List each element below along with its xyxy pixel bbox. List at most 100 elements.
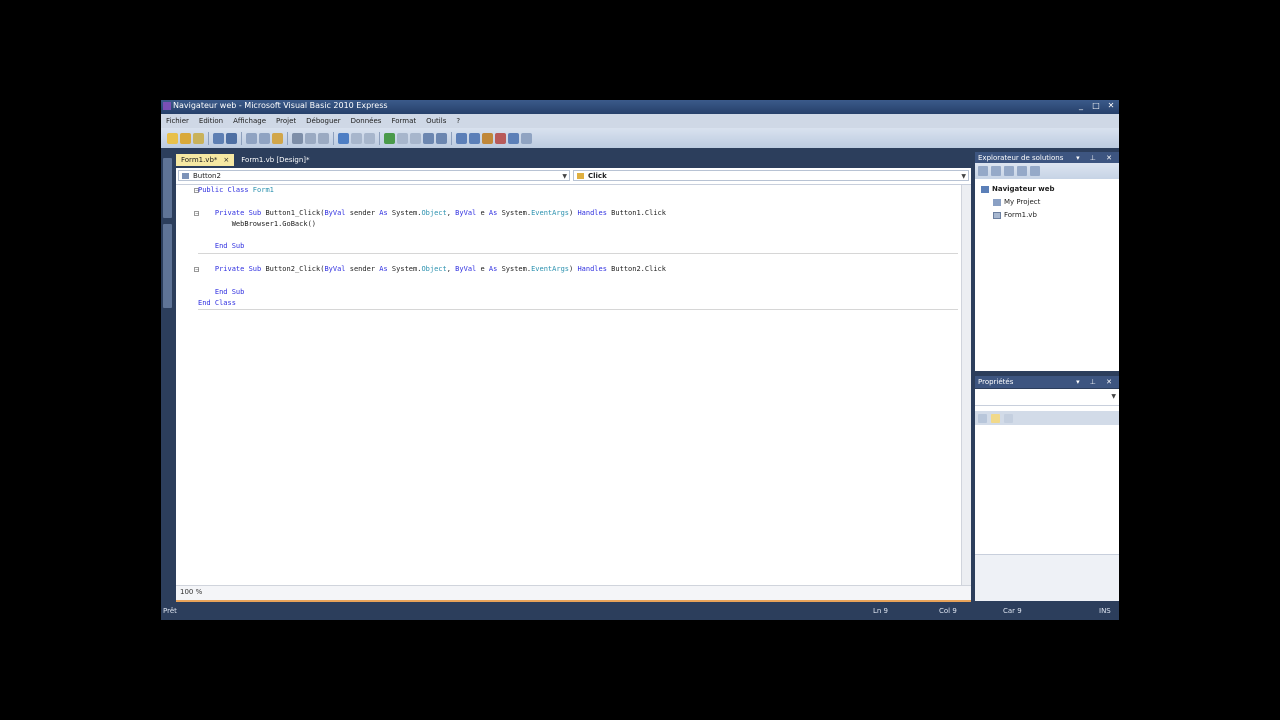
code-token: , (446, 265, 456, 274)
code-keyword: Private Sub (214, 208, 266, 217)
comment-icon[interactable] (305, 132, 316, 144)
properties-object-dropdown[interactable]: ▼ (975, 391, 1119, 406)
pause-icon[interactable] (397, 132, 408, 144)
step-over-icon[interactable] (436, 132, 447, 144)
menu-outils[interactable]: Outils (421, 117, 451, 125)
vertical-scrollbar[interactable] (961, 185, 971, 585)
save-all-icon[interactable] (226, 132, 237, 144)
tab-label: Form1.vb* (181, 156, 218, 164)
code-line[interactable]: Private Sub Button1_Click(ByVal sender A… (198, 208, 958, 219)
step-into-icon[interactable] (423, 132, 434, 144)
tab-form1-design[interactable]: Form1.vb [Design]* (236, 154, 314, 166)
view-designer-icon[interactable] (1030, 166, 1040, 176)
alphabetical-icon[interactable] (991, 413, 1000, 423)
code-line[interactable]: Public Class Form1 (198, 185, 958, 196)
close-button[interactable]: ✕ (1105, 101, 1117, 111)
code-token: System. (501, 208, 532, 217)
code-token: System. (391, 208, 422, 217)
code-token: sender (349, 208, 380, 217)
menu-donnees[interactable]: Données (346, 117, 387, 125)
code-keyword: As (488, 265, 502, 274)
code-token: , (446, 208, 456, 217)
properties-window-icon[interactable] (469, 132, 480, 144)
panel-controls[interactable]: ▾ ⊥ ✕ (1076, 376, 1116, 388)
object-dropdown[interactable]: Button2 ▼ (178, 170, 570, 181)
tab-form1-vb[interactable]: Form1.vb* × (176, 154, 235, 166)
toolbar-separator (333, 131, 334, 145)
undo-icon[interactable] (338, 132, 349, 144)
code-line[interactable]: End Class (198, 298, 958, 309)
tree-item-project[interactable]: Navigateur web (981, 185, 1054, 193)
properties-toolbar (975, 411, 1119, 425)
properties-panel: ▼ (975, 389, 1119, 601)
cut-icon[interactable] (246, 132, 257, 144)
categorized-icon[interactable] (978, 413, 987, 423)
code-line[interactable]: Private Sub Button2_Click(ByVal sender A… (198, 264, 958, 275)
toolbar-options-icon[interactable] (521, 132, 532, 144)
menu-projet[interactable]: Projet (271, 117, 301, 125)
show-all-files-icon[interactable] (991, 166, 1001, 176)
find-icon[interactable] (292, 132, 303, 144)
view-code-icon[interactable] (1017, 166, 1027, 176)
code-line[interactable] (198, 230, 958, 241)
menu-help[interactable]: ? (451, 117, 465, 125)
add-item-icon[interactable] (193, 132, 204, 144)
stop-icon[interactable] (410, 132, 421, 144)
code-token: e (480, 208, 489, 217)
zoom-level[interactable]: 100 % (180, 588, 202, 596)
tree-item-form1[interactable]: Form1.vb (993, 211, 1037, 219)
chevron-down-icon: ▼ (1111, 393, 1116, 400)
code-line[interactable] (198, 253, 958, 264)
menu-deboguer[interactable]: Déboguer (301, 117, 346, 125)
code-line[interactable]: WebBrowser1.GoBack() (198, 219, 958, 230)
menu-edition[interactable]: Edition (194, 117, 228, 125)
paste-icon[interactable] (272, 132, 283, 144)
redo-icon[interactable] (351, 132, 362, 144)
close-tab-icon[interactable]: × (223, 156, 229, 164)
code-line[interactable]: End Sub (198, 241, 958, 252)
save-icon[interactable] (213, 132, 224, 144)
error-list-icon[interactable] (495, 132, 506, 144)
properties-title-text: Propriétés (978, 378, 1014, 386)
horizontal-scrollbar[interactable]: 100 % (176, 585, 971, 601)
window-title: Navigateur web - Microsoft Visual Basic … (173, 101, 388, 110)
solution-explorer-icon[interactable] (456, 132, 467, 144)
toolbar-separator (208, 131, 209, 145)
property-pages-icon[interactable] (1004, 413, 1013, 423)
code-keyword: As (379, 208, 392, 217)
editor-gutter (176, 185, 190, 585)
property-description (975, 554, 1119, 601)
toolbox-tab[interactable] (163, 158, 172, 218)
code-keyword: ByVal (455, 208, 481, 217)
tree-item-my-project[interactable]: My Project (993, 198, 1040, 206)
menu-format[interactable]: Format (386, 117, 421, 125)
code-line[interactable]: End Sub (198, 287, 958, 298)
navigate-back-icon[interactable] (364, 132, 375, 144)
code-editor[interactable]: − − − Public Class Form1 Private Sub But… (176, 185, 971, 601)
code-line[interactable] (198, 275, 958, 286)
start-debugging-icon[interactable] (384, 132, 395, 144)
code-line[interactable] (198, 196, 958, 207)
minimize-button[interactable]: _ (1075, 101, 1087, 111)
title-bar: Navigateur web - Microsoft Visual Basic … (161, 100, 1119, 114)
right-panels: Explorateur de solutions ▾ ⊥ ✕ Navigateu… (975, 150, 1119, 601)
menu-affichage[interactable]: Affichage (228, 117, 271, 125)
properties-icon[interactable] (978, 166, 988, 176)
new-project-icon[interactable] (167, 132, 178, 144)
uncomment-icon[interactable] (318, 132, 329, 144)
open-file-icon[interactable] (180, 132, 191, 144)
event-icon (577, 173, 584, 179)
copy-icon[interactable] (259, 132, 270, 144)
toolbox-icon[interactable] (482, 132, 493, 144)
maximize-button[interactable]: □ (1090, 101, 1102, 111)
code-type: Form1 (252, 186, 274, 194)
menu-fichier[interactable]: Fichier (161, 117, 194, 125)
data-sources-tab[interactable] (163, 224, 172, 308)
object-browser-icon[interactable] (508, 132, 519, 144)
event-dropdown[interactable]: Click ▼ (573, 170, 969, 181)
refresh-icon[interactable] (1004, 166, 1014, 176)
code-text[interactable]: Public Class Form1 Private Sub Button1_C… (198, 185, 958, 309)
code-keyword: ByVal (324, 265, 350, 274)
